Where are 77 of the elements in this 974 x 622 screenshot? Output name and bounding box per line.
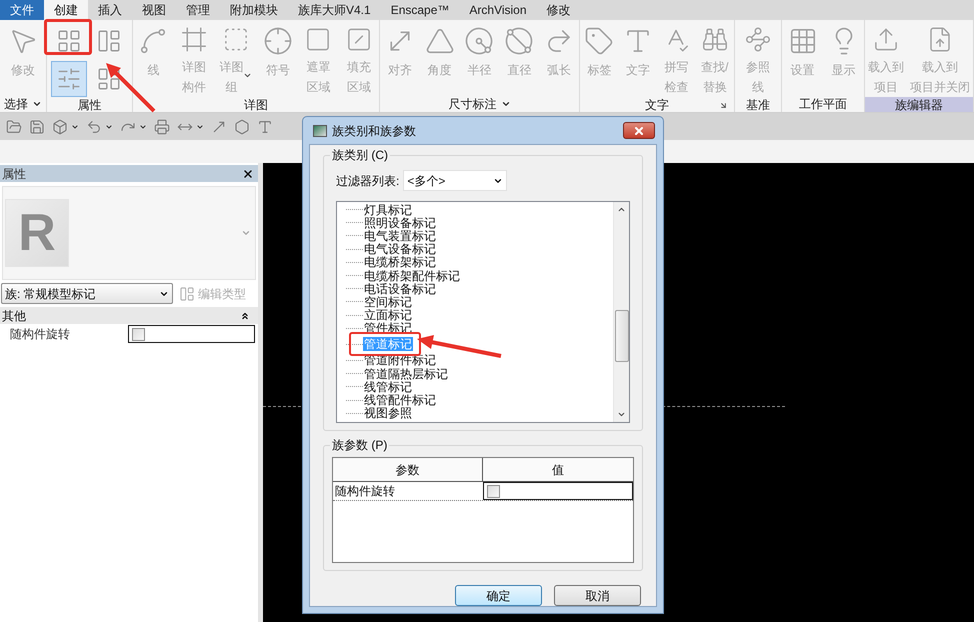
ribbon-tab[interactable]: 文件 (0, 0, 44, 20)
tree-item[interactable]: 照明设备标记 (363, 216, 437, 230)
type-selector-dropdown[interactable]: 族: 常规模型标记 (1, 283, 173, 304)
tree-item[interactable]: 视图参照 (363, 406, 413, 420)
dropdown-caret-icon (243, 71, 252, 80)
ribbon-tab[interactable]: 视图 (132, 0, 176, 20)
scroll-down-icon[interactable] (617, 410, 626, 419)
grid-tiles-icon (56, 28, 82, 54)
tree-item[interactable]: 灯具标记 (363, 202, 413, 217)
collapse-icon[interactable] (240, 310, 250, 320)
dropdown-caret-icon[interactable] (105, 122, 113, 130)
close-button[interactable] (623, 122, 655, 139)
tree-item[interactable]: 立面标记 (363, 308, 413, 322)
dialog-launcher-icon[interactable] (719, 101, 728, 110)
ribbon-tab[interactable]: 附加模块 (220, 0, 288, 20)
tree-item[interactable]: 空间标记 (363, 294, 413, 309)
dashboard-layout-icon (96, 66, 122, 92)
panel-title: 尺寸标注 (448, 98, 496, 110)
panel-layout-icon (96, 28, 122, 54)
tree-item[interactable]: 电气设备标记 (363, 242, 437, 256)
checkbox[interactable] (132, 328, 145, 340)
dialog-title: 族类别和族参数 (332, 122, 416, 140)
edit-type-icon (179, 286, 195, 302)
panel-title: 属性 (78, 98, 102, 110)
dropdown-caret-icon[interactable] (196, 122, 204, 130)
filter-dropdown[interactable]: <多个> (403, 170, 508, 191)
text-icon[interactable] (257, 118, 273, 134)
group-box-label: 族参数 (P) (330, 438, 390, 453)
group-header[interactable]: 其他 (0, 307, 258, 324)
close-icon (633, 124, 645, 136)
tree-item[interactable]: 管道隔热层标记 (363, 366, 449, 381)
panel-title: 文字 (645, 98, 669, 110)
ribbon-tab[interactable]: 族库大师V4.1 (288, 0, 381, 20)
scroll-up-icon[interactable] (617, 205, 626, 214)
save-icon[interactable] (29, 118, 45, 134)
tree-item[interactable]: 电话设备标记 (363, 282, 437, 296)
ribbon-tab[interactable]: 插入 (88, 0, 132, 20)
tree-item[interactable]: 电缆桥架配件标记 (363, 268, 461, 283)
scrollbar-thumb[interactable] (614, 310, 628, 362)
tree-item[interactable]: 线管标记 (363, 380, 413, 394)
panel-title: 基准 (746, 98, 770, 110)
ribbon-tool-button[interactable] (51, 60, 87, 96)
dialog-button[interactable]: 取消 (554, 585, 641, 606)
ribbon-tab[interactable]: ArchVision (459, 0, 537, 20)
group-box-label: 族类别 (C) (330, 148, 390, 163)
tree-item[interactable]: 电缆桥架标记 (363, 255, 437, 270)
column-header: 参数 (333, 458, 483, 481)
app-window-icon (313, 124, 327, 136)
panel-title: 选择 (4, 98, 28, 110)
sliders-icon (56, 66, 82, 92)
tree-item[interactable]: 线管配件标记 (363, 393, 437, 408)
radius-icon (464, 26, 494, 56)
panel-title: 族编辑器 (895, 98, 943, 110)
panel-title: 详图 (244, 98, 268, 110)
print-icon[interactable] (154, 118, 170, 134)
panel-title: 属性 (2, 166, 26, 182)
filter-label: 过滤器列表: (336, 172, 400, 190)
dialog-button[interactable]: 确定 (455, 585, 542, 606)
ribbon-tab[interactable]: 创建 (44, 0, 88, 20)
panel-title: 工作平面 (799, 98, 847, 110)
scrollbar[interactable] (613, 202, 629, 422)
ribbon-tab[interactable]: 修改 (536, 0, 581, 20)
column-header: 值 (483, 458, 633, 481)
dropdown-caret-icon[interactable] (139, 122, 147, 130)
tree-item[interactable]: 电气装置标记 (363, 228, 437, 243)
ribbon-tab[interactable]: 管理 (176, 0, 220, 20)
close-icon[interactable] (242, 168, 254, 180)
group-title: 其他 (2, 308, 26, 324)
open-folder-icon[interactable] (6, 118, 22, 134)
property-name: 随构件旋转 (9, 326, 71, 343)
table-cell-text: 随构件旋转 (334, 483, 396, 500)
dropdown-caret-icon[interactable] (71, 122, 79, 130)
crosshair-icon (262, 26, 293, 56)
logo-letter: R (18, 207, 56, 259)
checkbox[interactable] (487, 484, 500, 498)
ribbon-tab[interactable]: Enscape™ (380, 0, 460, 20)
diameter-icon (504, 26, 534, 56)
